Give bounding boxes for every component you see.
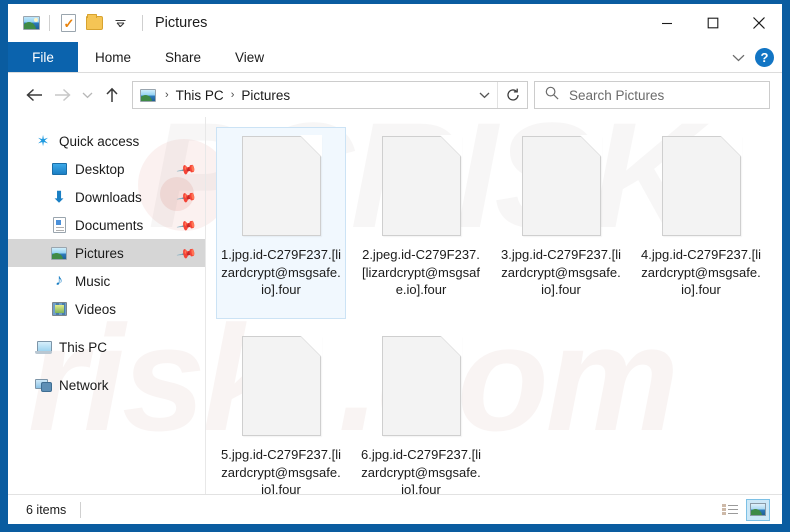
file-name-label: 3.jpg.id-C279F237.[lizardcrypt@msgsafe.i… xyxy=(501,247,621,297)
quick-access-toolbar: ✓ Pictures xyxy=(8,4,207,42)
file-item[interactable]: 4.jpg.id-C279F237.[lizardcrypt@msgsafe.i… xyxy=(636,127,766,319)
file-item[interactable]: 1.jpg.id-C279F237.[lizardcrypt@msgsafe.i… xyxy=(216,127,346,319)
sidebar-item-label: Videos xyxy=(75,301,117,317)
sidebar-item-label: Desktop xyxy=(75,161,125,177)
sidebar-item-label: Quick access xyxy=(59,133,140,149)
file-explorer-window: ✓ Pictures File Home Share View ? › This… xyxy=(8,4,782,524)
content-area: PCRISK risk .com ✶ Quick access Desktop … xyxy=(8,117,782,494)
tab-view[interactable]: View xyxy=(218,42,281,72)
title-divider xyxy=(142,15,143,31)
sidebar-item-desktop[interactable]: Desktop 📌 xyxy=(8,155,205,183)
file-list-pane[interactable]: 1.jpg.id-C279F237.[lizardcrypt@msgsafe.i… xyxy=(206,117,782,494)
sidebar-item-network[interactable]: Network xyxy=(8,371,205,399)
file-item[interactable]: 2.jpeg.id-C279F237.[lizardcrypt@msgsafe.… xyxy=(356,127,486,319)
status-bar: 6 items xyxy=(8,494,782,524)
app-picture-icon[interactable] xyxy=(18,10,44,36)
ribbon-right-controls: ? xyxy=(732,42,774,73)
breadcrumb-item-this-pc[interactable]: This PC xyxy=(174,88,226,103)
status-divider xyxy=(80,501,82,518)
breadcrumb-separator-0: › xyxy=(165,89,169,101)
pin-icon[interactable]: 📌 xyxy=(176,242,198,264)
file-name-label: 1.jpg.id-C279F237.[lizardcrypt@msgsafe.i… xyxy=(221,247,341,297)
tab-share[interactable]: Share xyxy=(148,42,218,72)
generic-file-icon xyxy=(241,335,322,436)
forward-button[interactable] xyxy=(48,81,76,109)
large-icons-view-button[interactable] xyxy=(746,498,770,521)
address-bar-row: › This PC › Pictures Search Pictures xyxy=(8,73,782,117)
pictures-icon xyxy=(50,244,68,262)
close-button[interactable] xyxy=(736,4,782,42)
sidebar-item-music[interactable]: ♪ Music xyxy=(8,267,205,295)
navigation-pane: ✶ Quick access Desktop 📌 ⬇ Downloads 📌 D… xyxy=(8,117,206,494)
address-dropdown-icon[interactable] xyxy=(471,92,497,99)
back-button[interactable] xyxy=(20,81,48,109)
properties-icon[interactable]: ✓ xyxy=(55,10,81,36)
this-pc-icon xyxy=(34,338,52,356)
sidebar-item-documents[interactable]: Documents 📌 xyxy=(8,211,205,239)
network-icon xyxy=(34,376,52,394)
sidebar-item-label: Documents xyxy=(75,217,144,233)
new-folder-icon[interactable] xyxy=(81,10,107,36)
pin-icon[interactable]: 📌 xyxy=(176,158,198,180)
details-view-button[interactable] xyxy=(718,499,742,521)
address-bar[interactable]: › This PC › Pictures xyxy=(132,81,528,109)
sidebar-item-quick-access[interactable]: ✶ Quick access xyxy=(8,127,205,155)
view-buttons xyxy=(718,498,774,521)
sidebar-item-this-pc[interactable]: This PC xyxy=(8,333,205,361)
search-icon xyxy=(545,86,559,105)
search-box[interactable]: Search Pictures xyxy=(534,81,770,109)
toolbar-divider xyxy=(49,15,50,31)
up-button[interactable] xyxy=(98,81,126,109)
tab-file[interactable]: File xyxy=(8,42,78,72)
breadcrumb[interactable]: › This PC › Pictures xyxy=(133,88,471,103)
ribbon-tab-bar: File Home Share View ? xyxy=(8,42,782,73)
desktop-icon xyxy=(50,160,68,178)
chevron-down-icon[interactable] xyxy=(732,49,745,67)
file-item[interactable]: 5.jpg.id-C279F237.[lizardcrypt@msgsafe.i… xyxy=(216,327,346,494)
help-icon[interactable]: ? xyxy=(755,48,774,67)
sidebar-item-label: This PC xyxy=(59,339,108,355)
generic-file-icon xyxy=(241,135,322,236)
pin-icon[interactable]: 📌 xyxy=(176,214,198,236)
refresh-icon[interactable] xyxy=(497,82,527,108)
sidebar-item-downloads[interactable]: ⬇ Downloads 📌 xyxy=(8,183,205,211)
documents-icon xyxy=(50,216,68,234)
search-input[interactable]: Search Pictures xyxy=(569,88,664,103)
breadcrumb-pictures-icon xyxy=(140,88,156,102)
window-controls xyxy=(644,4,782,42)
music-icon: ♪ xyxy=(55,272,63,289)
window-title: Pictures xyxy=(155,15,208,31)
sidebar-item-label: Pictures xyxy=(75,245,124,261)
star-icon: ✶ xyxy=(36,132,50,150)
generic-file-icon xyxy=(661,135,742,236)
file-item[interactable]: 3.jpg.id-C279F237.[lizardcrypt@msgsafe.i… xyxy=(496,127,626,319)
file-name-label: 5.jpg.id-C279F237.[lizardcrypt@msgsafe.i… xyxy=(221,447,341,494)
file-name-label: 6.jpg.id-C279F237.[lizardcrypt@msgsafe.i… xyxy=(361,447,481,494)
sidebar-item-label: Music xyxy=(75,273,111,289)
sidebar-item-label: Network xyxy=(59,377,109,393)
breadcrumb-separator-1: › xyxy=(230,89,235,101)
customize-caret-icon[interactable] xyxy=(107,10,133,36)
file-name-label: 2.jpeg.id-C279F237.[lizardcrypt@msgsafe.… xyxy=(362,247,480,297)
generic-file-icon xyxy=(381,335,462,436)
file-item[interactable]: 6.jpg.id-C279F237.[lizardcrypt@msgsafe.i… xyxy=(356,327,486,494)
sidebar-item-label: Downloads xyxy=(75,189,142,205)
downloads-icon: ⬇ xyxy=(52,188,66,206)
pin-icon[interactable]: 📌 xyxy=(176,186,198,208)
tab-home[interactable]: Home xyxy=(78,42,148,72)
maximize-button[interactable] xyxy=(690,4,736,42)
recent-locations-chevron-icon[interactable] xyxy=(76,81,98,109)
item-count-label: 6 items xyxy=(26,502,67,517)
file-grid: 1.jpg.id-C279F237.[lizardcrypt@msgsafe.i… xyxy=(216,127,782,494)
breadcrumb-item-pictures[interactable]: Pictures xyxy=(239,88,292,103)
generic-file-icon xyxy=(521,135,602,236)
minimize-button[interactable] xyxy=(644,4,690,42)
sidebar-item-videos[interactable]: Videos xyxy=(8,295,205,323)
videos-icon xyxy=(50,300,68,318)
file-name-label: 4.jpg.id-C279F237.[lizardcrypt@msgsafe.i… xyxy=(641,247,761,297)
sidebar-item-pictures[interactable]: Pictures 📌 xyxy=(8,239,205,267)
title-bar: ✓ Pictures xyxy=(8,4,782,42)
generic-file-icon xyxy=(381,135,462,236)
